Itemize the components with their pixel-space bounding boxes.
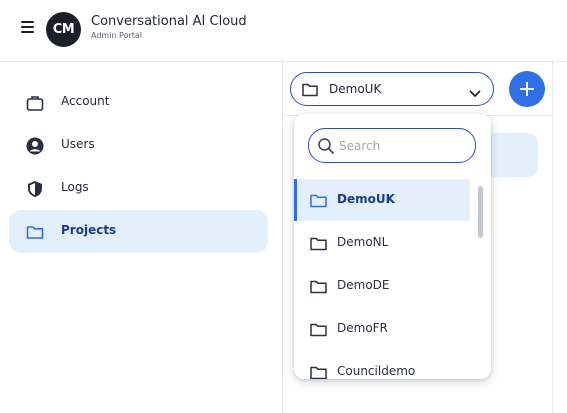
project-select-value: DemoUK (329, 82, 382, 96)
folder-icon (26, 223, 44, 241)
project-dropdown: DemoUK DemoNL DemoDE DemoFR Councildemo (294, 114, 491, 379)
search-field[interactable] (308, 128, 476, 163)
option-label: DemoUK (337, 192, 395, 206)
sidebar-item-users[interactable]: Users (9, 124, 268, 167)
folder-icon (310, 193, 327, 208)
shield-icon (26, 180, 44, 198)
add-project-button[interactable] (509, 71, 545, 107)
sidebar-item-account[interactable]: Account (9, 81, 268, 124)
app-header: CM Conversational AI Cloud Admin Portal (0, 0, 567, 62)
user-circle-icon (26, 137, 44, 155)
dropdown-option-demode[interactable]: DemoDE (294, 265, 470, 307)
search-input[interactable] (339, 137, 469, 155)
dropdown-option-councildemo[interactable]: Councildemo (294, 351, 470, 379)
search-icon (317, 137, 335, 155)
option-label: DemoNL (337, 235, 389, 249)
option-label: DemoFR (337, 321, 388, 335)
project-select[interactable]: DemoUK (290, 72, 494, 106)
chevron-down-icon (469, 84, 481, 97)
dropdown-option-demofr[interactable]: DemoFR (294, 308, 470, 350)
folder-icon (310, 365, 327, 379)
folder-icon (302, 82, 318, 97)
briefcase-icon (26, 94, 44, 112)
app-title: Conversational AI Cloud (91, 14, 247, 29)
folder-icon (310, 279, 327, 294)
sidebar-item-projects[interactable]: Projects (9, 210, 268, 253)
sidebar-item-label: Users (61, 137, 95, 151)
sidebar-item-label: Account (61, 94, 110, 108)
folder-icon (310, 236, 327, 251)
sidebar-item-logs[interactable]: Logs (9, 167, 268, 210)
option-label: Councildemo (337, 364, 416, 378)
cm-logo: CM (46, 12, 81, 47)
sidebar-item-label: Projects (61, 223, 117, 237)
hamburger-menu-icon[interactable] (21, 21, 34, 33)
sidebar: Account Users Logs Projects (0, 62, 283, 413)
dropdown-option-demouk[interactable]: DemoUK (294, 179, 470, 221)
folder-icon (310, 322, 327, 337)
sidebar-item-label: Logs (61, 180, 89, 194)
app-subtitle: Admin Portal (91, 31, 143, 40)
option-label: DemoDE (337, 278, 390, 292)
dropdown-option-demonl[interactable]: DemoNL (294, 222, 470, 264)
dropdown-scrollbar[interactable] (478, 186, 483, 238)
